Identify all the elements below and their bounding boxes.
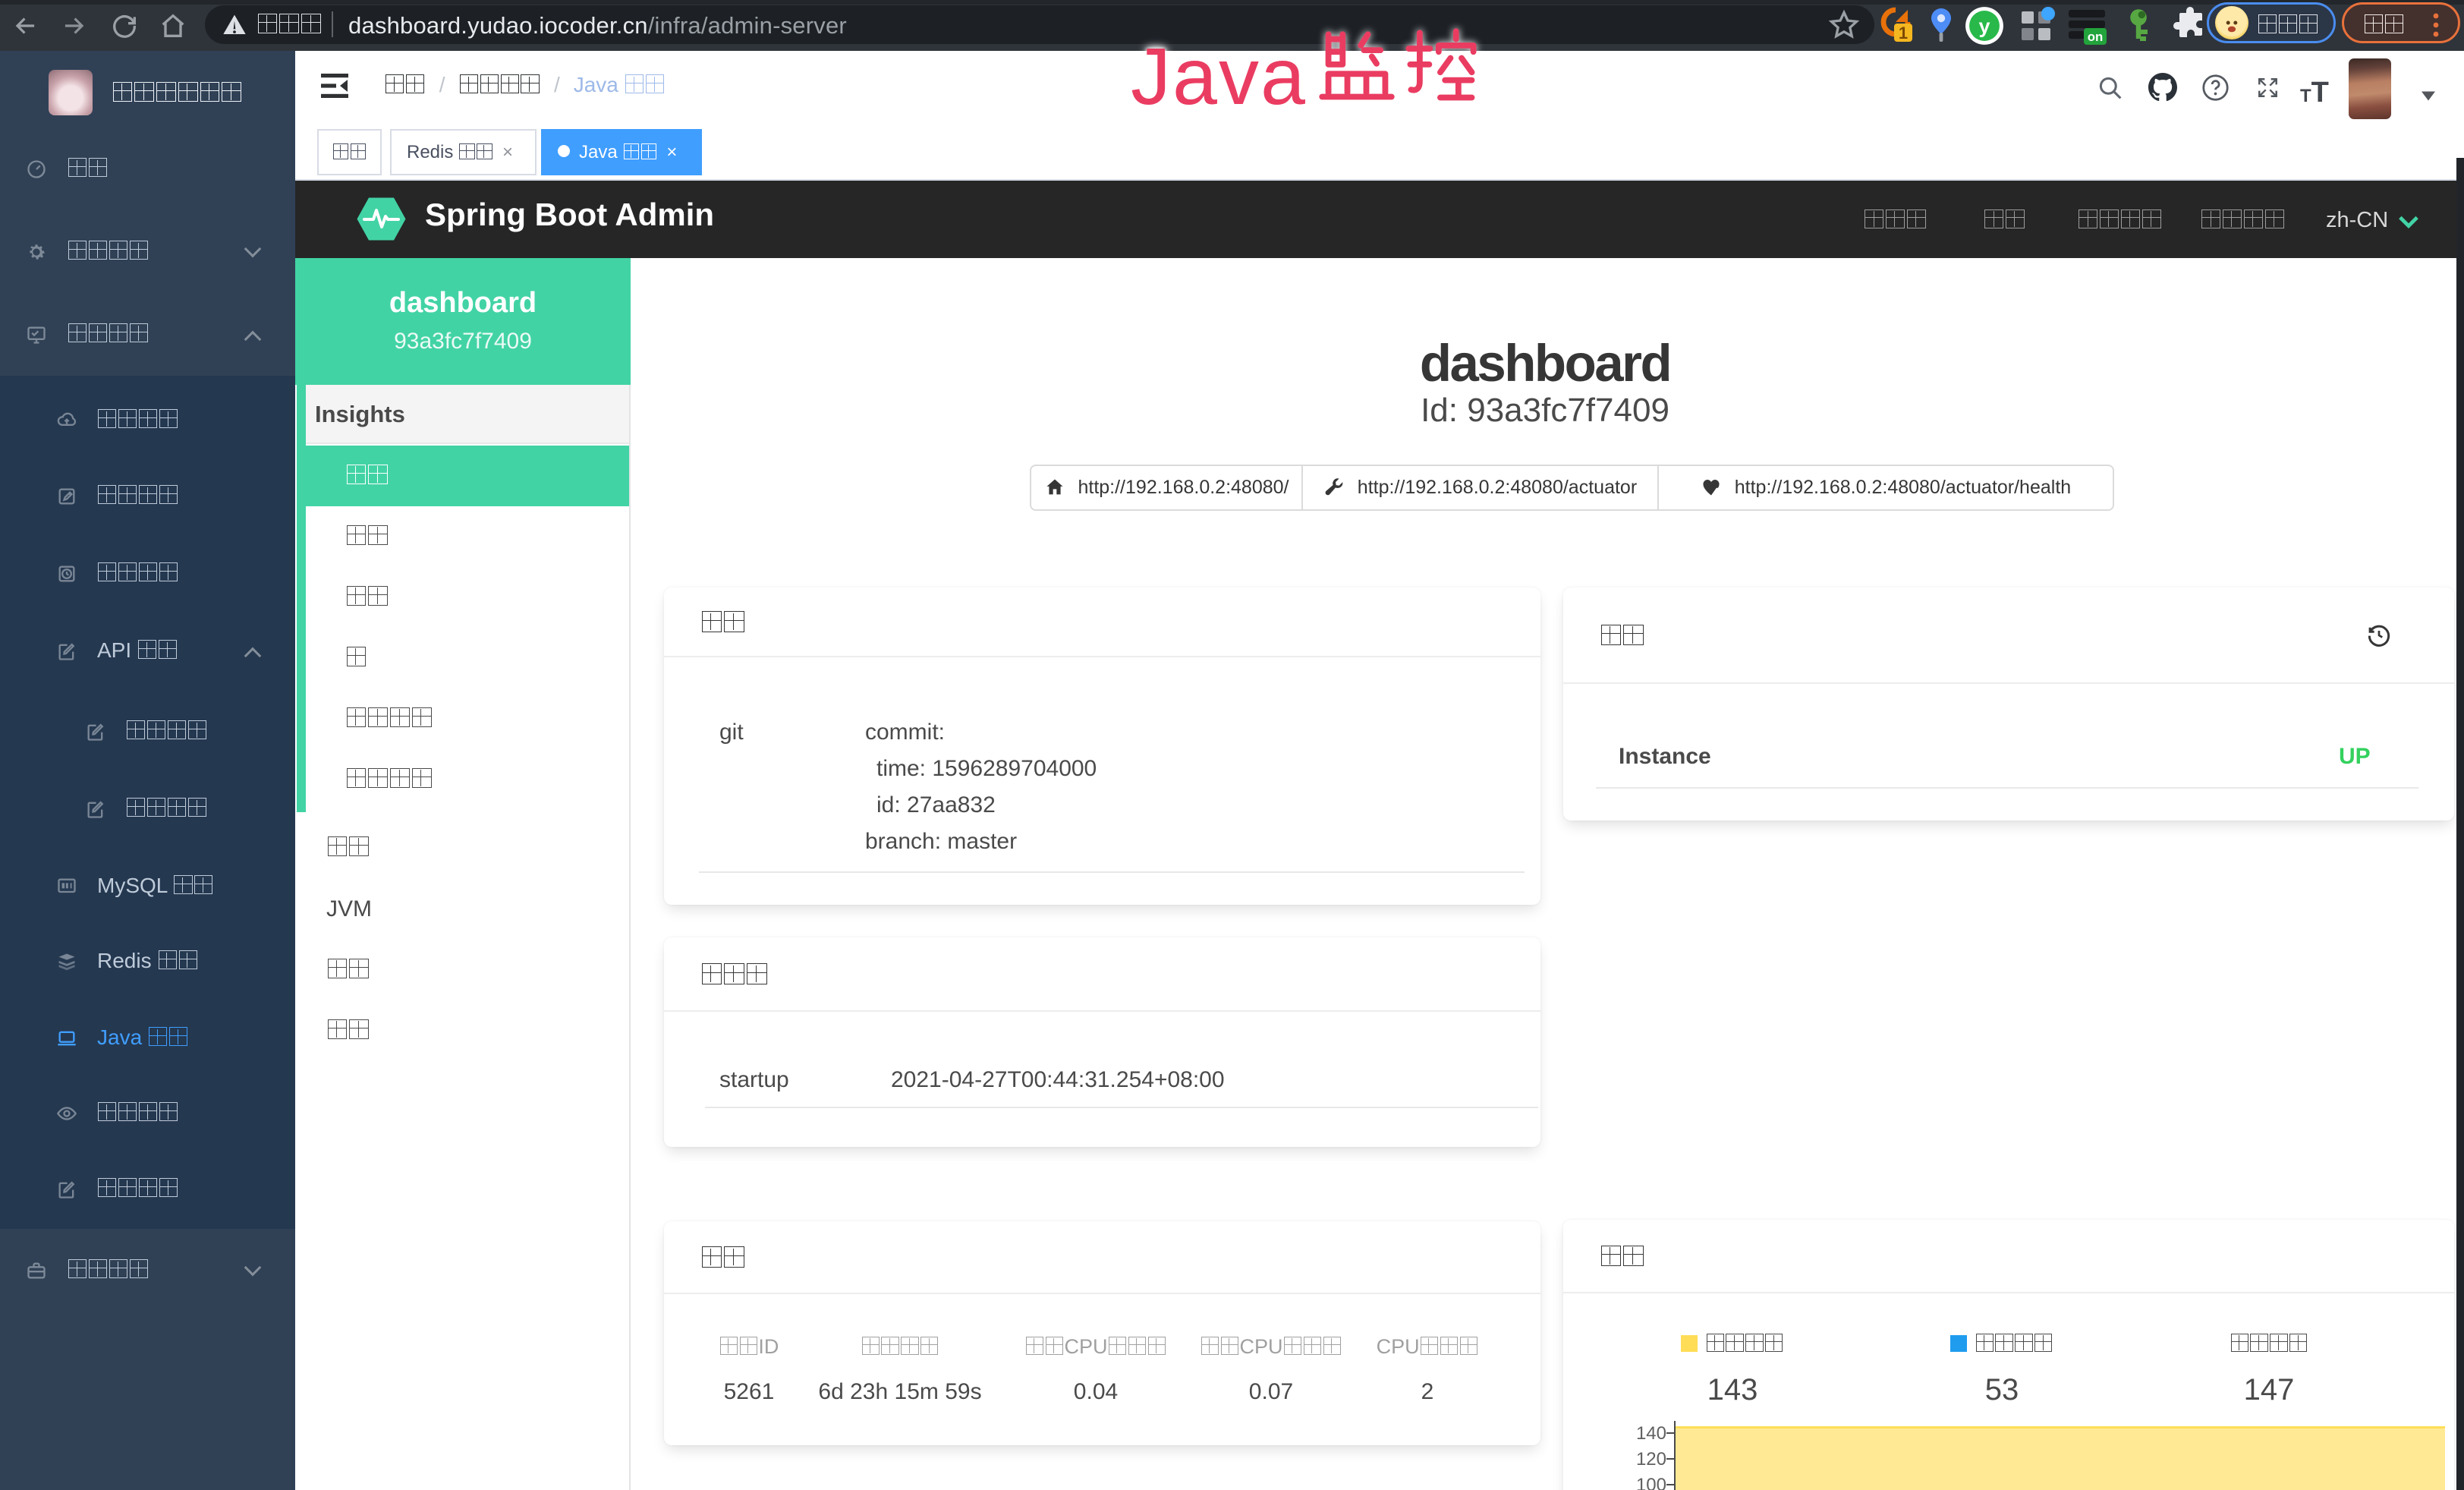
svg-text:y: y (1978, 15, 1990, 38)
svg-text:1: 1 (1899, 24, 1908, 43)
svg-text:on: on (2088, 30, 2104, 44)
